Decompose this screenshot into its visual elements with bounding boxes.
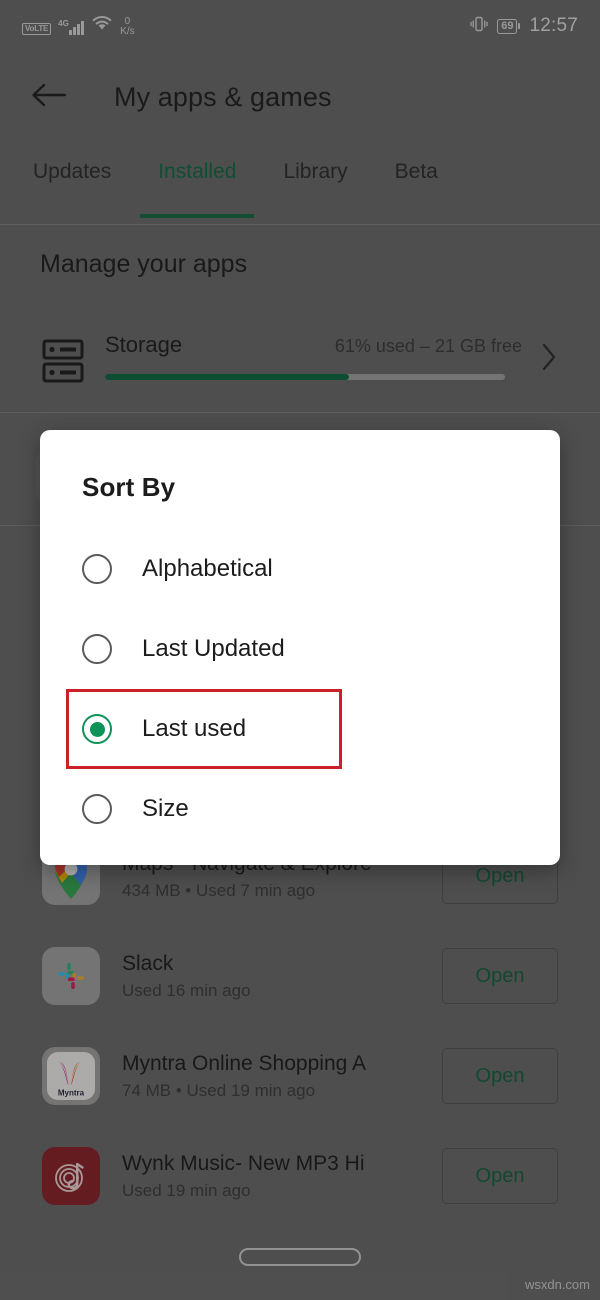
installed-app-list: Maps - Navigate & Explore 434 MB • Used … (0, 826, 600, 1226)
sort-by-dialog: Sort By Alphabetical Last Updated Last u… (40, 430, 560, 865)
tab-beta[interactable]: Beta (395, 152, 438, 184)
volte-icon: VoLTE (22, 22, 52, 35)
app-info: Wynk Music- New MP3 Hi Used 19 min ago (122, 1152, 442, 1201)
tab-updates[interactable]: Updates (33, 152, 111, 184)
radio-button-icon[interactable] (82, 794, 112, 824)
tab-library[interactable]: Library (283, 152, 347, 184)
table-row[interactable]: Myntra Myntra Online Shopping A 74 MB • … (0, 1026, 600, 1126)
radio-button-icon[interactable] (82, 554, 112, 584)
storage-icon (42, 338, 84, 389)
vibrate-icon (470, 15, 488, 38)
storage-label: Storage (105, 332, 183, 357)
app-name: Wynk Music- New MP3 Hi (122, 1151, 365, 1175)
app-name: Myntra Online Shopping A (122, 1051, 366, 1075)
sort-option-label: Alphabetical (142, 555, 273, 582)
sort-option-last-updated[interactable]: Last Updated (40, 609, 560, 689)
data-rate-value: 0 (124, 15, 131, 27)
tab-bar-divider (0, 224, 600, 225)
table-row[interactable]: Slack Used 16 min ago Open (0, 926, 600, 1026)
app-info: Myntra Online Shopping A 74 MB • Used 19… (122, 1052, 442, 1101)
app-meta: Used 19 min ago (122, 1180, 251, 1200)
signal-bar-3 (77, 23, 81, 35)
storage-row[interactable]: Storage 61% used – 21 GB free (0, 330, 600, 412)
tab-installed[interactable]: Installed (140, 152, 255, 218)
network-type-label: 4G (58, 18, 69, 28)
sort-option-list: Alphabetical Last Updated Last used Size (40, 529, 560, 849)
status-bar-right: 69 12:57 (470, 15, 578, 38)
storage-progress-fill (105, 374, 349, 380)
open-button[interactable]: Open (442, 1048, 558, 1104)
sort-option-last-used[interactable]: Last used (40, 689, 560, 769)
radio-dot (89, 721, 105, 737)
page-title: My apps & games (114, 81, 332, 112)
open-button[interactable]: Open (442, 948, 558, 1004)
app-name: Slack (122, 951, 174, 975)
sort-option-label: Last used (142, 715, 247, 742)
svg-text:Myntra: Myntra (58, 1089, 85, 1098)
battery-level: 69 (497, 18, 518, 34)
title-bar: My apps & games (0, 62, 600, 132)
battery-cap (518, 23, 521, 29)
myntra-icon: Myntra (42, 1047, 100, 1105)
back-button[interactable] (14, 62, 84, 132)
signal-bar-4 (81, 20, 85, 35)
back-arrow-icon (31, 82, 67, 113)
manage-apps-heading: Manage your apps (40, 250, 248, 278)
data-rate-unit: K/s (120, 25, 135, 37)
battery-icon: 69 (497, 18, 521, 34)
sort-option-label: Size (142, 795, 189, 822)
sort-option-size[interactable]: Size (40, 769, 560, 849)
slack-icon (42, 947, 100, 1005)
sort-option-label: Last Updated (142, 635, 285, 662)
signal-bar-2 (73, 26, 77, 35)
storage-usage-text: 61% used – 21 GB free (334, 336, 522, 356)
app-meta: 74 MB • Used 19 min ago (122, 1080, 316, 1100)
dialog-title: Sort By (82, 472, 176, 502)
app-meta: 434 MB • Used 7 min ago (122, 880, 316, 900)
chevron-right-icon[interactable] (540, 342, 558, 377)
storage-row-divider (0, 412, 600, 413)
app-info: Slack Used 16 min ago (122, 952, 442, 1001)
watermark: wsxdn.com (524, 1277, 590, 1292)
home-indicator[interactable] (239, 1248, 361, 1266)
wynk-music-icon (42, 1147, 100, 1205)
radio-button-selected-icon[interactable] (82, 714, 112, 744)
signal-bar-1 (69, 29, 73, 35)
open-button[interactable]: Open (442, 1148, 558, 1204)
tab-bar: Updates Installed Library Beta (0, 152, 600, 222)
status-bar: VoLTE 4G 0 K/s 69 12:57 (0, 0, 600, 52)
radio-button-icon[interactable] (82, 634, 112, 664)
table-row[interactable]: Wynk Music- New MP3 Hi Used 19 min ago O… (0, 1126, 600, 1226)
wifi-icon (91, 15, 113, 36)
storage-progress-track (105, 374, 505, 380)
signal-bars-icon: 4G (58, 18, 85, 35)
status-bar-left: VoLTE 4G 0 K/s (22, 15, 135, 38)
data-rate-indicator: 0 K/s (120, 15, 135, 37)
app-meta: Used 16 min ago (122, 980, 251, 1000)
status-bar-clock: 12:57 (529, 15, 578, 36)
sort-option-alphabetical[interactable]: Alphabetical (40, 529, 560, 609)
